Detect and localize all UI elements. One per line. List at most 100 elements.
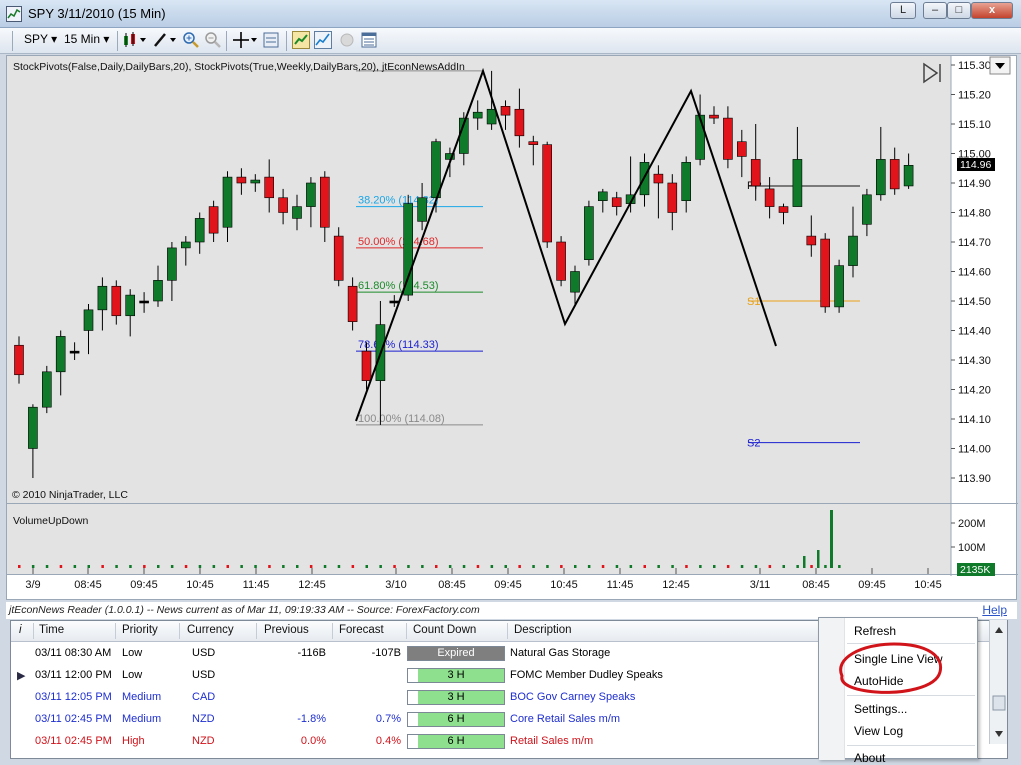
candle-body bbox=[111, 285, 122, 317]
time-tick-label: 3/11 bbox=[750, 579, 771, 591]
info-column-header[interactable]: i bbox=[19, 624, 22, 636]
volume-bar bbox=[546, 565, 549, 568]
price-tick-label: 115.30 bbox=[958, 60, 991, 72]
drawing-tool-icon[interactable] bbox=[152, 31, 178, 49]
scroll-thumb[interactable] bbox=[992, 695, 1006, 711]
countdown-bar: 3 H bbox=[407, 690, 505, 705]
volume-bar-spike bbox=[830, 510, 833, 568]
volume-bar bbox=[351, 565, 355, 568]
time-tick-label: 3/9 bbox=[25, 579, 40, 591]
time-tick-label: 09:45 bbox=[494, 579, 522, 591]
maximize-button[interactable]: □ bbox=[947, 2, 971, 19]
scroll-up-arrow[interactable] bbox=[995, 627, 1003, 633]
chart-menu-button[interactable] bbox=[989, 56, 1011, 75]
news-forecast: 0.4% bbox=[375, 735, 401, 747]
countdown-column-header[interactable]: Count Down bbox=[413, 624, 476, 636]
countdown-bar: 6 H bbox=[407, 734, 505, 749]
disabled-circle-icon[interactable] bbox=[338, 31, 356, 49]
candle-body bbox=[389, 300, 400, 304]
volume-tick-label: 100M bbox=[958, 542, 986, 554]
candlestick-style-icon[interactable] bbox=[122, 31, 148, 49]
volume-bar bbox=[87, 565, 90, 568]
l-button[interactable]: L bbox=[890, 2, 916, 19]
volume-current-tag: 2135K bbox=[957, 563, 995, 576]
volume-bar bbox=[337, 565, 341, 568]
indicators-icon[interactable] bbox=[314, 31, 332, 49]
priority-column-header[interactable]: Priority bbox=[122, 624, 158, 636]
candle-body bbox=[28, 406, 38, 449]
window-title: SPY 3/11/2010 (15 Min) bbox=[28, 6, 166, 21]
price-chart[interactable]: 115.30115.20115.10115.00114.90114.80114.… bbox=[7, 56, 1018, 601]
candle-body bbox=[723, 117, 733, 160]
candle-body bbox=[556, 241, 566, 281]
description-column-header[interactable]: Description bbox=[514, 624, 572, 636]
volume-bar bbox=[45, 565, 49, 568]
time-tick-label: 08:45 bbox=[802, 579, 830, 591]
menu-item-about[interactable]: About bbox=[854, 751, 885, 765]
currency-column-header[interactable]: Currency bbox=[187, 624, 234, 636]
price-tick-label: 115.10 bbox=[958, 119, 991, 131]
volume-bar bbox=[532, 565, 535, 568]
volume-bar bbox=[615, 565, 619, 568]
time-tick-label: 09:45 bbox=[130, 579, 158, 591]
zoom-in-icon[interactable] bbox=[182, 31, 200, 49]
zoom-out-icon[interactable] bbox=[204, 31, 222, 49]
toolbar-separator bbox=[117, 31, 118, 51]
chart-panel[interactable]: 115.30 115.20 115.10 115.00 114.90 114.80 114.… bbox=[6, 55, 1018, 601]
news-time: 03/11 02:45 PM bbox=[35, 735, 112, 747]
volume-label: VolumeUpDown bbox=[13, 515, 88, 527]
current-price-tag: 114.96 bbox=[957, 158, 995, 171]
menu-item-view-log[interactable]: View Log bbox=[854, 724, 903, 738]
news-previous: 0.0% bbox=[300, 735, 326, 747]
interval-selector[interactable]: 15 Min ▾ bbox=[64, 32, 109, 46]
time-column-header[interactable]: Time bbox=[39, 624, 64, 636]
candle-body bbox=[806, 235, 817, 246]
data-box-icon[interactable] bbox=[262, 31, 280, 49]
price-panel-background bbox=[7, 56, 951, 503]
volume-axis: 200M 100M bbox=[951, 518, 986, 554]
candle-body bbox=[41, 371, 52, 408]
properties-icon[interactable] bbox=[360, 31, 378, 49]
candle-body bbox=[889, 159, 900, 190]
candle-body bbox=[306, 182, 316, 207]
candle-body bbox=[653, 173, 664, 184]
volume-bar bbox=[59, 565, 63, 568]
chart-app-icon bbox=[6, 6, 22, 22]
volume-bar bbox=[198, 565, 202, 568]
candle-body bbox=[153, 280, 163, 302]
countdown-label: 3 H bbox=[447, 669, 465, 681]
candle-body bbox=[14, 344, 24, 376]
symbol-selector[interactable]: SPY ▾ bbox=[24, 32, 57, 46]
volume-bar bbox=[796, 565, 799, 568]
candle-body bbox=[347, 285, 358, 322]
forecast-column-header[interactable]: Forecast bbox=[339, 624, 384, 636]
volume-bar bbox=[282, 565, 285, 568]
time-tick-label: 10:45 bbox=[550, 579, 578, 591]
candle-body bbox=[875, 159, 886, 196]
close-button[interactable]: x bbox=[971, 2, 1013, 19]
toolbar-grip bbox=[12, 31, 13, 51]
candle-body bbox=[472, 111, 483, 119]
chart-toolbar: SPY ▾ 15 Min ▾ bbox=[0, 28, 1021, 54]
news-time: 03/11 12:00 PM bbox=[35, 669, 112, 681]
candle-body bbox=[862, 194, 872, 225]
time-tick-label: 10:45 bbox=[914, 579, 942, 591]
volume-bar bbox=[574, 565, 577, 568]
minimize-button[interactable]: – bbox=[923, 2, 947, 19]
volume-bar bbox=[212, 565, 216, 568]
crosshair-icon[interactable] bbox=[232, 31, 258, 49]
time-tick-label: 12:45 bbox=[298, 579, 326, 591]
news-time: 03/11 02:45 PM bbox=[35, 713, 112, 725]
scroll-down-arrow[interactable] bbox=[995, 731, 1003, 737]
candle-body bbox=[69, 350, 80, 354]
news-scrollbar[interactable] bbox=[989, 620, 1007, 744]
volume-bar bbox=[587, 565, 591, 568]
previous-column-header[interactable]: Previous bbox=[264, 624, 309, 636]
help-link[interactable]: Help bbox=[982, 603, 1007, 617]
strategies-icon[interactable] bbox=[292, 31, 310, 49]
volume-bar bbox=[810, 565, 813, 568]
candle-body bbox=[264, 176, 275, 199]
volume-bar bbox=[323, 565, 327, 568]
menu-item-settings[interactable]: Settings... bbox=[854, 702, 907, 716]
countdown-bar: 6 H bbox=[407, 712, 505, 727]
